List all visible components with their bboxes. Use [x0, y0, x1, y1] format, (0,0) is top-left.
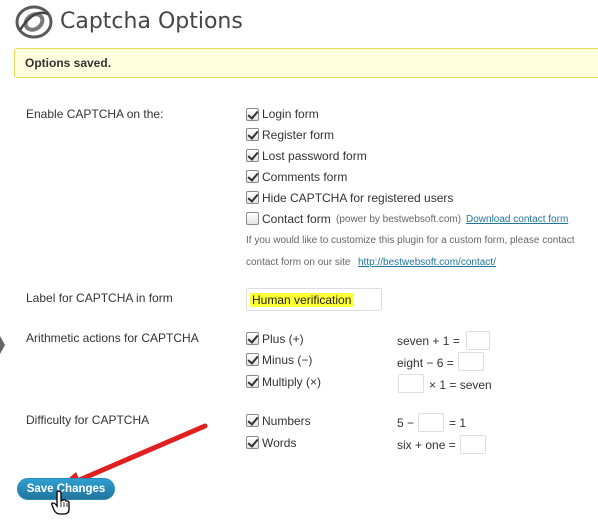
multiply-checkbox[interactable] [246, 375, 259, 388]
bws-logo-icon [14, 4, 54, 40]
lost-password-label: Lost password form [262, 149, 367, 163]
help-text-line1: If you would like to customize this plug… [246, 235, 575, 246]
plus-example-text: seven + 1 = [397, 334, 460, 348]
multiply-example-input[interactable] [398, 374, 424, 393]
numbers-example-left: 5 − [397, 416, 415, 430]
words-checkbox[interactable] [246, 436, 259, 449]
plus-example-input[interactable] [466, 331, 490, 350]
hide-registered-label: Hide CAPTCHA for registered users [262, 191, 454, 205]
minus-label: Minus (−) [262, 353, 313, 367]
numbers-label: Numbers [262, 414, 311, 428]
multiply-label: Multiply (×) [262, 375, 322, 389]
minus-checkbox[interactable] [246, 353, 259, 366]
register-form-label: Register form [262, 128, 335, 142]
login-form-checkbox[interactable] [246, 108, 259, 121]
register-form-checkbox[interactable] [246, 128, 259, 141]
contact-form-note: (power by bestwebsoft.com) [336, 214, 462, 225]
login-form-label: Login form [262, 107, 319, 121]
captcha-label-label: Label for CAPTCHA in form [26, 291, 173, 305]
words-label: Words [262, 436, 297, 450]
options-saved-notice: Options saved. [14, 48, 598, 78]
notice-text: Options saved. [25, 56, 112, 70]
comments-form-label: Comments form [262, 170, 348, 184]
lost-password-checkbox[interactable] [246, 149, 259, 162]
contact-url-link[interactable]: http://bestwebsoft.com/contact/ [358, 257, 496, 268]
arithmetic-actions-label: Arithmetic actions for CAPTCHA [26, 331, 199, 345]
multiply-example-text: × 1 = seven [429, 378, 492, 392]
page-title: Captcha Options [60, 9, 243, 34]
numbers-checkbox[interactable] [246, 414, 259, 427]
comments-form-checkbox[interactable] [246, 170, 259, 183]
minus-example-text: eight − 6 = [397, 356, 454, 370]
words-example-text: six + one = [397, 438, 456, 452]
collapse-arrow-icon[interactable] [0, 336, 5, 354]
captcha-label-input[interactable]: Human verification [246, 288, 382, 311]
numbers-example-right: = 1 [449, 416, 467, 430]
hand-cursor-icon [51, 490, 70, 515]
enable-captcha-label: Enable CAPTCHA on the: [26, 107, 164, 121]
plus-label: Plus (+) [262, 332, 304, 346]
words-example-input[interactable] [460, 435, 486, 454]
contact-form-checkbox[interactable] [246, 212, 259, 225]
hide-registered-checkbox[interactable] [246, 191, 259, 204]
captcha-label-value: Human verification [250, 293, 354, 307]
help-text-line2-prefix: contact form on our site [246, 257, 351, 268]
numbers-example-input[interactable] [418, 413, 444, 432]
minus-example-input[interactable] [458, 352, 484, 371]
download-contact-form-link[interactable]: Download contact form [466, 214, 568, 225]
plus-checkbox[interactable] [246, 332, 259, 345]
contact-form-label: Contact form [262, 212, 331, 226]
